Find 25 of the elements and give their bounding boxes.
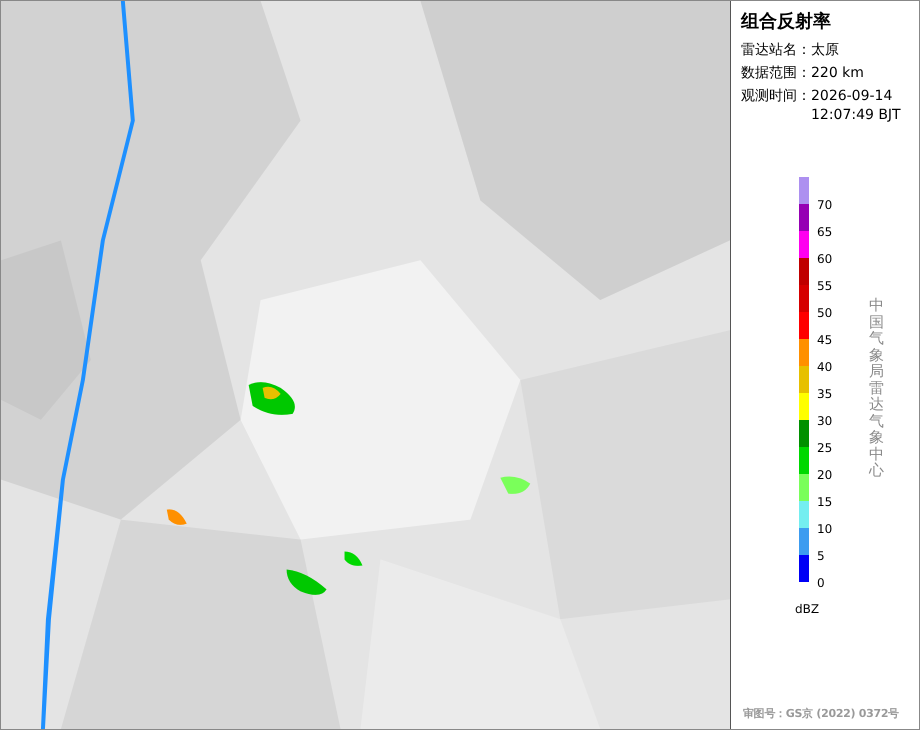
legend-value: 25 xyxy=(817,441,832,455)
map-approval-number: 审图号：GS京 (2022) 0372号 xyxy=(743,706,899,721)
info-value: 太原 xyxy=(811,41,840,60)
legend-value: 35 xyxy=(817,387,832,401)
info-label: 观测时间： xyxy=(741,87,811,106)
info-label: 雷达站名： xyxy=(741,41,811,60)
legend-value: 55 xyxy=(817,279,832,293)
legend-value: 40 xyxy=(817,360,832,374)
legend-value: 50 xyxy=(817,306,832,320)
legend-value: 0 xyxy=(817,576,825,590)
legend-value: 15 xyxy=(817,495,832,509)
credit-text: 中国气象局雷达气象中心 xyxy=(869,297,884,481)
info-label: 数据范围： xyxy=(741,64,811,83)
legend-value: 70 xyxy=(817,198,832,212)
legend-unit: dBZ xyxy=(795,602,820,616)
legend-value: 30 xyxy=(817,414,832,428)
legend-value: 20 xyxy=(817,468,832,482)
legend-value: 45 xyxy=(817,333,832,347)
info-value: 2026-09-14 12:07:49 BJT xyxy=(811,87,902,125)
legend-value: 5 xyxy=(817,549,825,563)
legend-value: 65 xyxy=(817,225,832,239)
info-value: 220 km xyxy=(811,64,865,83)
map-title: 组合反射率 xyxy=(741,10,832,33)
legend-value: 10 xyxy=(817,522,832,536)
legend-value: 60 xyxy=(817,252,832,266)
